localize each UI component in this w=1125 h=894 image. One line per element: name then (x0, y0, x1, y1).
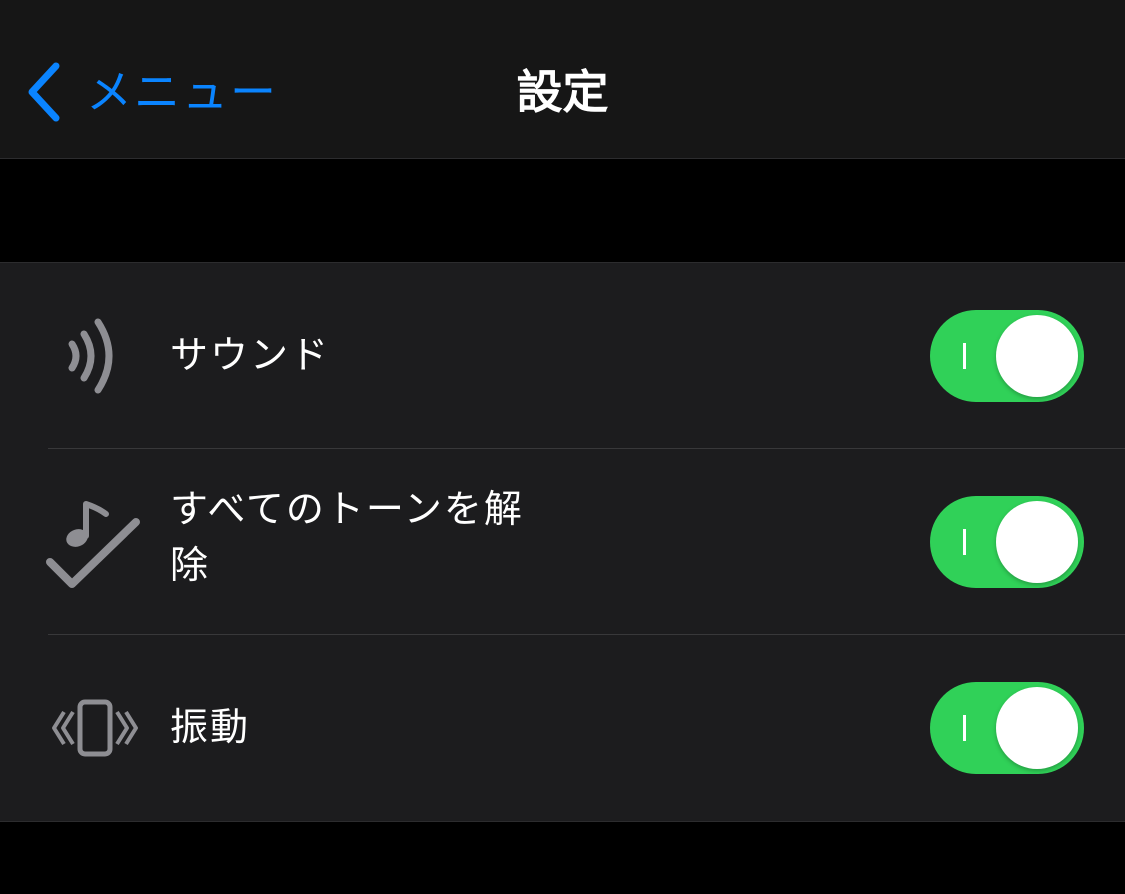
mute-all-tones-toggle[interactable] (930, 496, 1084, 588)
toggle-knob (996, 501, 1078, 583)
settings-row-vibration: 振動 (0, 635, 1125, 821)
navigation-bar: メニュー 設定 (0, 0, 1125, 159)
toggle-knob (996, 687, 1078, 769)
toggle-knob (996, 315, 1078, 397)
settings-row-mute-all-tones: すべてのトーンを解除 (0, 449, 1125, 635)
sound-waves-icon (44, 306, 144, 406)
toggle-on-indicator (963, 715, 966, 741)
vibration-icon (44, 678, 144, 778)
vibration-toggle[interactable] (930, 682, 1084, 774)
settings-screen: メニュー 設定 サウンド すべてのトーンを解除 振動 (0, 0, 1125, 894)
mute-all-tones-label: すべてのトーンを解除 (170, 487, 524, 587)
page-title: 設定 (516, 65, 609, 119)
music-note-checkmark-icon (44, 492, 144, 592)
vibration-label: 振動 (170, 705, 251, 749)
toggle-on-indicator (963, 343, 966, 369)
sound-toggle[interactable] (930, 310, 1084, 402)
sound-label: サウンド (170, 333, 331, 377)
settings-group: サウンド すべてのトーンを解除 振動 (0, 262, 1125, 822)
settings-row-sound: サウンド (0, 263, 1125, 449)
toggle-on-indicator (963, 529, 966, 555)
